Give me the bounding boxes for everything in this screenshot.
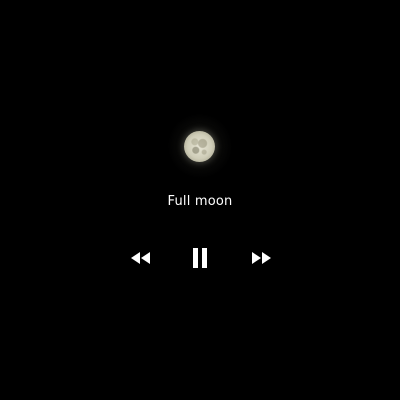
playback-controls (0, 244, 400, 272)
fast-forward-icon (249, 251, 273, 265)
media-player-screen: Full moon (0, 0, 400, 400)
moon (184, 131, 215, 162)
fast-forward-button[interactable] (246, 244, 276, 272)
pause-button[interactable] (186, 244, 214, 272)
rewind-button[interactable] (126, 244, 156, 272)
pause-icon (192, 247, 208, 269)
rewind-icon (129, 251, 153, 265)
track-title: Full moon (167, 194, 233, 209)
